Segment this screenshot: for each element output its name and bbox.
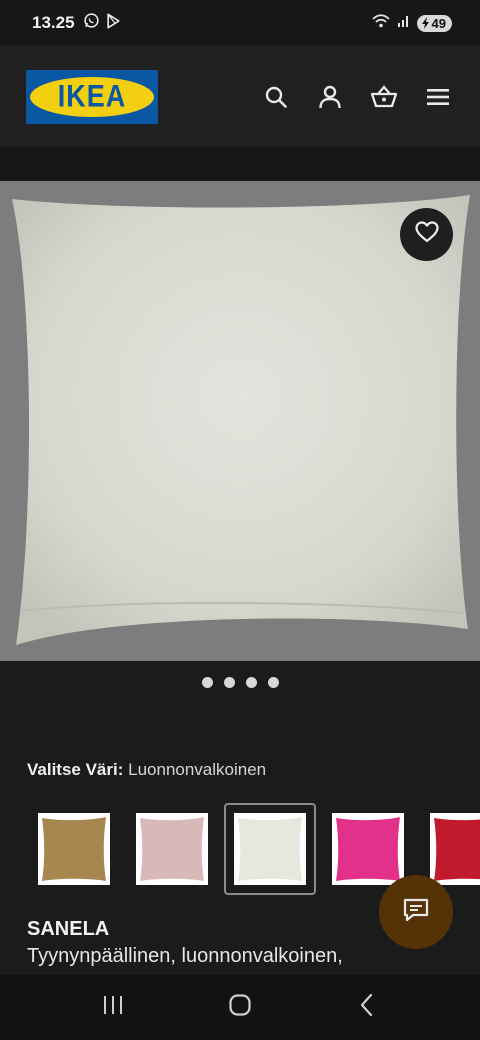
- color-label-title: Valitse Väri:: [27, 760, 124, 779]
- notification-icons: [83, 12, 121, 34]
- recent-apps-icon: [102, 994, 124, 1021]
- play-store-icon: [106, 13, 121, 34]
- back-icon: [359, 993, 375, 1022]
- swatch-natural-white[interactable]: [224, 803, 316, 895]
- swatch-image: [332, 813, 404, 885]
- selected-color-value: Luonnonvalkoinen: [128, 760, 267, 779]
- swatch-light-pink[interactable]: [126, 803, 218, 895]
- swatch-image: [136, 813, 208, 885]
- site-header: IKEA: [0, 46, 480, 147]
- signal-icon: [397, 14, 411, 33]
- whatsapp-icon: [83, 12, 100, 34]
- carousel-dot[interactable]: [245, 677, 257, 688]
- menu-icon[interactable]: [424, 83, 452, 111]
- swatch-golden-brown[interactable]: [28, 803, 120, 895]
- status-bar: 13.25 49: [0, 0, 480, 46]
- swatch-image: [38, 813, 110, 885]
- battery-icon: 49: [416, 14, 452, 32]
- wifi-icon: [371, 13, 391, 34]
- back-button[interactable]: [347, 988, 387, 1028]
- home-icon: [228, 993, 252, 1022]
- ikea-logo[interactable]: IKEA: [26, 69, 158, 124]
- swatch-image: [430, 813, 480, 885]
- search-icon[interactable]: [262, 83, 290, 111]
- home-button[interactable]: [220, 988, 260, 1028]
- logo-text: IKEA: [57, 78, 127, 114]
- account-icon[interactable]: [316, 83, 344, 111]
- chat-button[interactable]: [379, 875, 453, 949]
- color-selection-label: Valitse Väri: Luonnonvalkoinen: [27, 760, 266, 780]
- status-time: 13.25: [32, 13, 75, 32]
- favorite-button[interactable]: [400, 208, 453, 261]
- heart-icon: [414, 221, 439, 248]
- battery-level: 49: [431, 15, 446, 31]
- product-name: SANELA: [27, 918, 110, 940]
- carousel-dot[interactable]: [223, 677, 235, 688]
- recent-apps-button[interactable]: [93, 988, 133, 1028]
- swatch-image: [234, 813, 306, 885]
- carousel-dot[interactable]: [267, 677, 279, 688]
- logo-oval: IKEA: [30, 76, 154, 117]
- header-spacer: [0, 147, 480, 181]
- header-actions: [262, 83, 454, 111]
- basket-icon[interactable]: [370, 83, 398, 111]
- system-nav-bar: [0, 975, 480, 1040]
- product-description: Tyynynpäällinen, luonnonvalkoinen,: [27, 945, 343, 967]
- chat-icon: [402, 897, 430, 928]
- carousel-dot[interactable]: [201, 677, 213, 688]
- system-icons: 49: [371, 13, 452, 34]
- carousel-indicator: [0, 677, 480, 688]
